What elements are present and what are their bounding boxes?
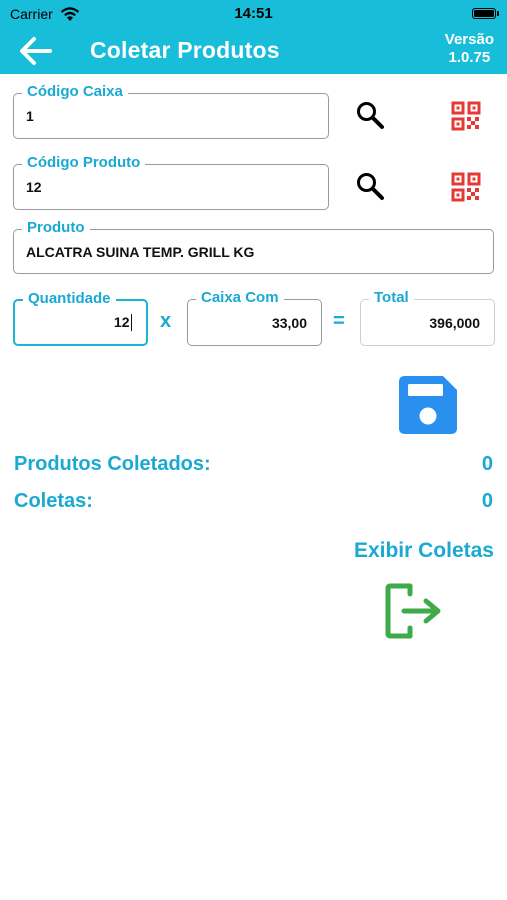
search-produto-button[interactable] bbox=[355, 171, 385, 201]
equals-symbol: = bbox=[333, 310, 345, 332]
battery-icon bbox=[472, 8, 496, 19]
codigo-caixa-value: 1 bbox=[26, 108, 34, 124]
text-cursor bbox=[130, 314, 132, 332]
page-title: Coletar Produtos bbox=[90, 37, 280, 63]
version-number: 1.0.75 bbox=[448, 49, 491, 66]
version-label: Versão bbox=[444, 31, 494, 48]
coletas-value: 0 bbox=[481, 490, 493, 512]
status-bar: Carrier 14:51 bbox=[0, 0, 507, 28]
quantidade-value: 12 bbox=[113, 313, 130, 330]
caixa-com-label: Caixa Com bbox=[196, 289, 284, 307]
total-value: 396,000 bbox=[429, 314, 480, 331]
coletas-label: Coletas: bbox=[14, 490, 93, 512]
version-info: Versão 1.0.75 bbox=[445, 31, 494, 67]
quantidade-input[interactable]: Quantidade 12 bbox=[13, 290, 148, 346]
quantidade-value-wrap: 12 bbox=[114, 314, 132, 332]
qr-caixa-button[interactable] bbox=[451, 101, 481, 131]
produto-label: Produto bbox=[22, 219, 90, 237]
exit-arrow-icon[interactable] bbox=[384, 582, 444, 640]
exibir-coletas-link[interactable]: Exibir Coletas bbox=[354, 539, 494, 563]
caixa-com-field[interactable]: Caixa Com 33,00 bbox=[187, 289, 322, 346]
quantidade-label: Quantidade bbox=[23, 290, 116, 308]
produto-field[interactable]: Produto ALCATRA SUINA TEMP. GRILL KG bbox=[13, 219, 494, 274]
status-time: 14:51 bbox=[234, 5, 273, 22]
codigo-produto-label: Código Produto bbox=[22, 154, 146, 172]
codigo-produto-value: 12 bbox=[26, 179, 42, 195]
save-button[interactable] bbox=[399, 376, 457, 434]
qr-produto-button[interactable] bbox=[451, 172, 481, 202]
produtos-coletados-value: 0 bbox=[481, 453, 493, 475]
codigo-caixa-field[interactable]: Código Caixa 1 bbox=[13, 83, 329, 139]
produto-value: ALCATRA SUINA TEMP. GRILL KG bbox=[26, 243, 255, 260]
search-caixa-button[interactable] bbox=[355, 100, 385, 130]
produtos-coletados-label: Produtos Coletados: bbox=[14, 453, 211, 475]
codigo-produto-field[interactable]: Código Produto 12 bbox=[13, 154, 329, 210]
codigo-caixa-label: Código Caixa bbox=[22, 83, 128, 101]
nav-bar: Coletar Produtos Versão 1.0.75 bbox=[0, 28, 507, 74]
back-arrow-icon[interactable] bbox=[18, 36, 52, 66]
caixa-com-value: 33,00 bbox=[271, 314, 307, 331]
total-label: Total bbox=[369, 289, 414, 307]
total-field: Total 396,000 bbox=[360, 289, 495, 346]
multiply-symbol: x bbox=[160, 310, 172, 332]
